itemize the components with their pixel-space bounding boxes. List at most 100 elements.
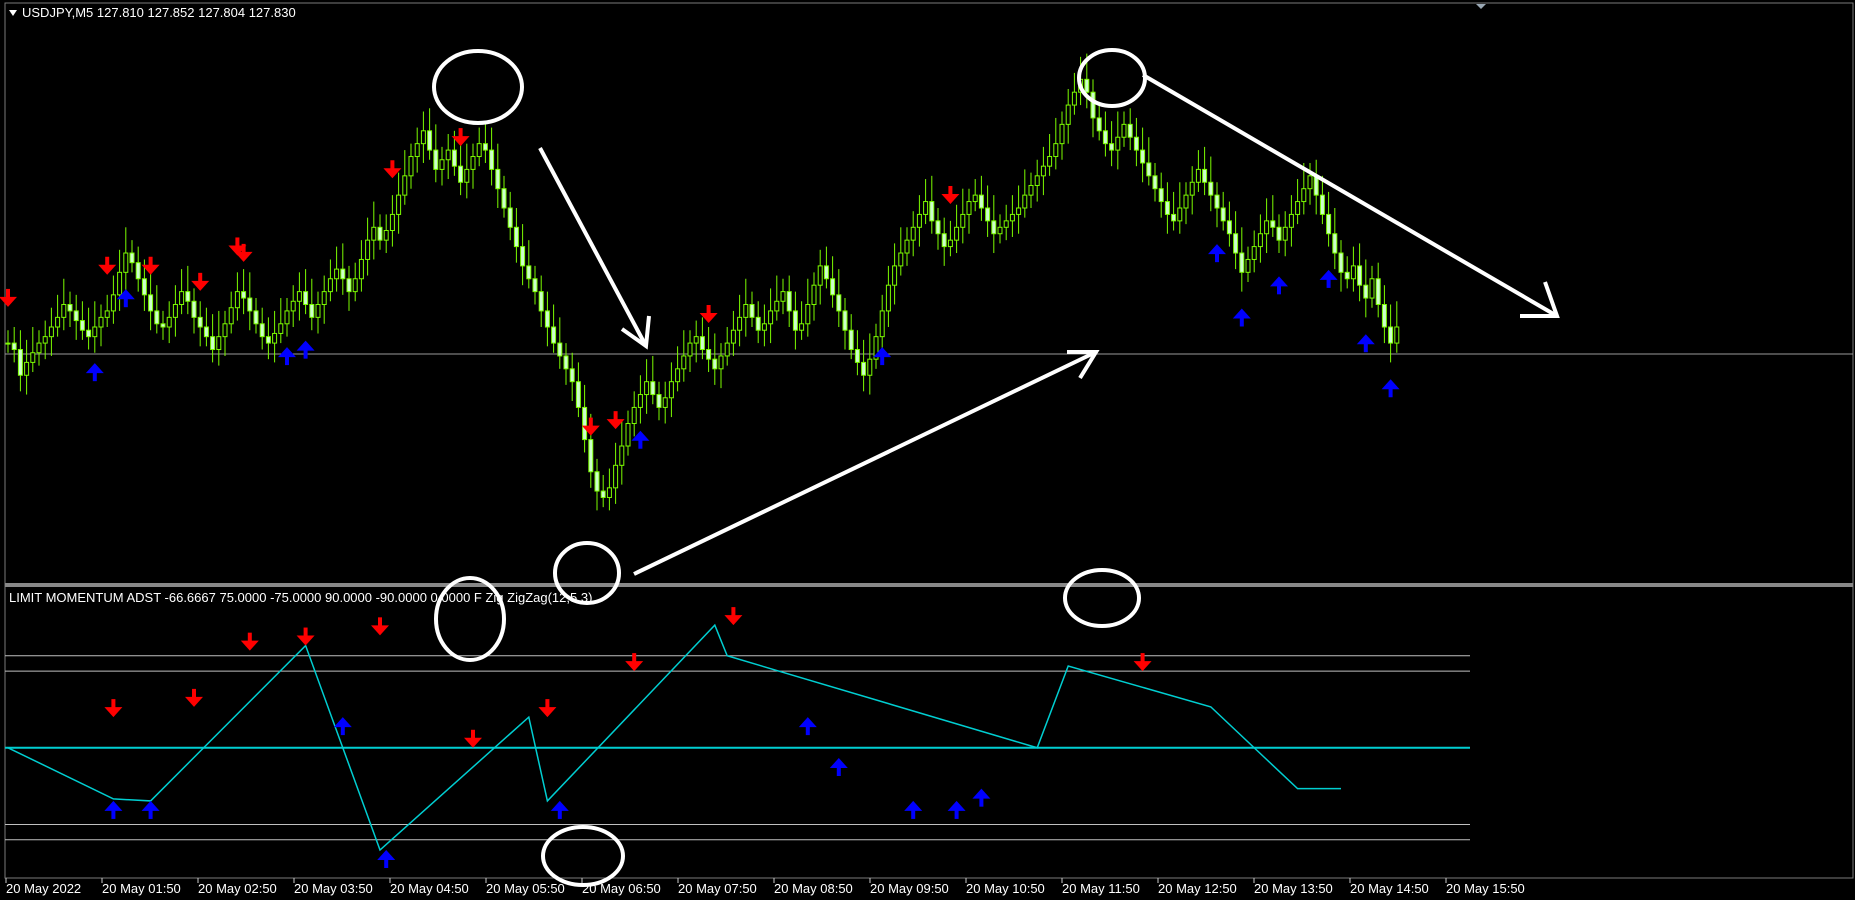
candle-body [520,246,526,267]
candle-body [396,194,402,215]
sell-arrow-icon [0,288,17,307]
x-tick-label: 20 May 11:50 [1062,881,1140,896]
buy-arrow-icon [278,347,296,366]
candle-body [1307,175,1313,190]
candle-body [110,294,116,312]
sell-arrow-icon [185,688,203,707]
candle-body [210,336,216,351]
candle-body [321,291,327,305]
x-tick-label: 20 May 02:50 [198,881,277,896]
annotation-circle [1077,48,1147,108]
candle-body [588,439,594,473]
candle-body [179,291,185,305]
candle-body [557,342,563,357]
candle-body [1146,162,1152,177]
candle-body [1363,284,1369,299]
candle-body [786,291,792,312]
x-tick-label: 20 May 08:50 [774,881,853,896]
candle-body [644,381,650,396]
candle-body [17,349,23,376]
candle-body [1350,265,1356,280]
candle-body [966,201,972,215]
buy-arrow-icon [85,363,104,382]
candle-body [79,320,85,331]
window-menu-icon[interactable] [9,10,17,16]
candle-body [48,326,54,338]
candle-body [885,284,891,312]
candle-body [1071,91,1077,106]
annotation-arrowhead [620,315,651,350]
candle-body [185,291,191,302]
candle-body [42,336,48,344]
candle-body [1040,165,1046,177]
candle-body [823,265,829,280]
scroll-marker-icon[interactable] [1476,4,1486,9]
candle-body [761,323,767,331]
candle-body [799,323,805,331]
candle-body [1102,130,1108,145]
candle-body [538,291,544,312]
candle-body [1065,104,1071,125]
x-tick-label: 20 May 05:50 [486,881,565,896]
candle-body [879,310,885,338]
candle-body [749,303,755,318]
x-tick-label: 20 May 10:50 [966,881,1045,896]
candle-body [743,303,749,318]
candle-body [1357,265,1363,286]
candle-body [811,284,817,305]
candle-body [1022,194,1028,209]
candle-body [1016,207,1022,215]
candle-body [129,252,135,264]
candle-body [1171,213,1177,222]
candle-body [774,300,780,312]
candle-body [1233,233,1239,254]
candle-body [737,316,743,331]
candle-body [1096,117,1102,132]
candle-body [656,394,662,408]
sell-arrow-icon [240,632,259,651]
candle-body [724,342,730,357]
candle-body [916,213,922,228]
annotation-circle [1063,568,1141,628]
candle-body [482,143,488,151]
pane-separator[interactable] [5,583,1853,587]
candle-body [1332,233,1338,254]
candle-body [228,307,234,325]
x-tick-label: 20 May 2022 [6,881,81,896]
candle-body [1034,175,1040,186]
candle-body [867,358,873,376]
candle-body [1288,213,1294,228]
candle-body [420,130,426,145]
candle-body [340,268,346,280]
x-tick-label: 20 May 09:50 [870,881,949,896]
candle-body [259,323,265,338]
candle-body [1047,156,1053,167]
candle-body [1164,201,1170,215]
candle-body [11,342,17,351]
candle-body [978,194,984,209]
candle-body [501,188,507,209]
x-tick-label: 20 May 06:50 [582,881,661,896]
buy-arrow-icon [1319,269,1338,288]
candle-body [842,310,848,331]
candle-body [1121,123,1127,138]
candle-body [892,265,898,286]
candle-body [296,291,302,302]
candle-body [1251,246,1257,260]
sell-arrow-icon [941,185,960,204]
candle-body [532,278,538,293]
candle-body [86,329,92,338]
candle-body [513,226,519,248]
candle-body [861,361,867,376]
candle-body [526,265,532,280]
candle-body [203,326,209,338]
candle-body [389,213,395,232]
indicator-levels [5,655,1470,841]
candle-body [1369,278,1375,299]
candle-body [327,278,333,293]
buy-arrow-icon [798,717,817,736]
x-tick-label: 20 May 01:50 [102,881,181,896]
candle-body [687,342,693,357]
candle-body [563,355,569,370]
candle-body [693,336,699,344]
